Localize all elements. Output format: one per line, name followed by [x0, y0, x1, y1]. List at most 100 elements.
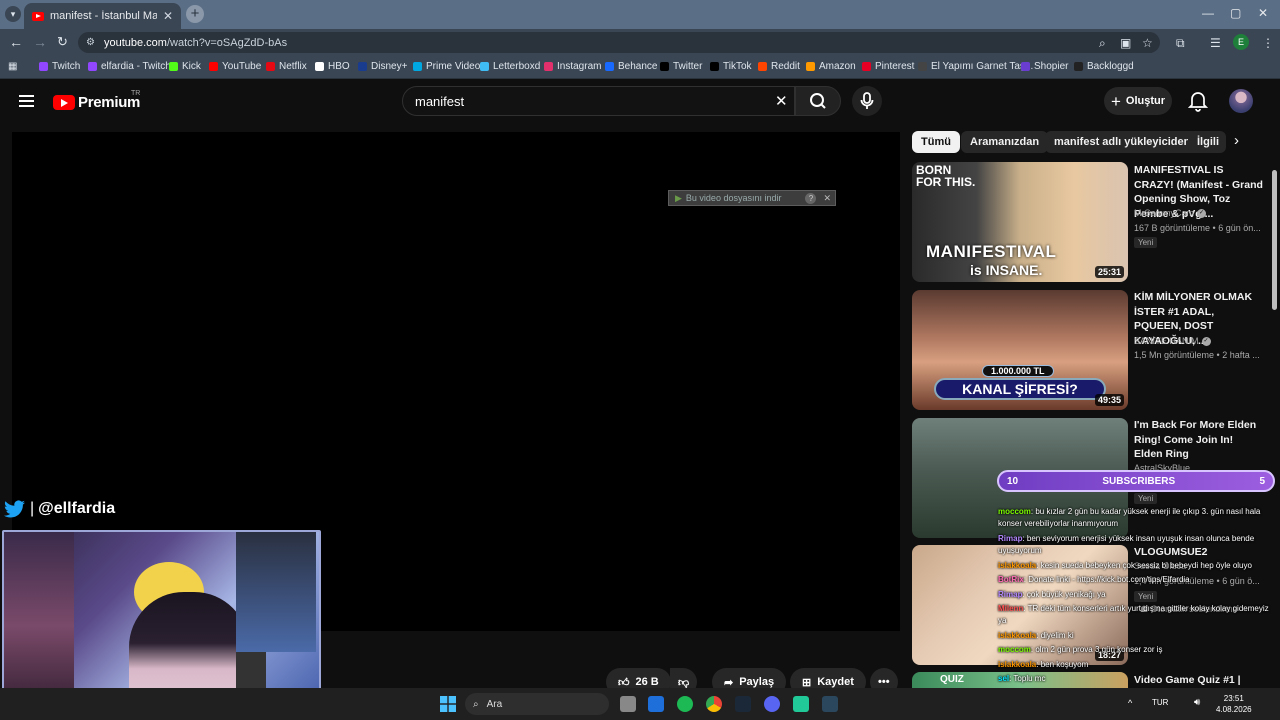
- back-icon[interactable]: ←: [9, 34, 23, 50]
- bookmark-item[interactable]: Prime Video: [413, 61, 480, 72]
- bookmark-item[interactable]: Shopier: [1021, 61, 1068, 72]
- close-download-bar-icon[interactable]: ✕: [823, 193, 831, 204]
- tray-chevron-icon[interactable]: ^: [1128, 698, 1132, 708]
- bookmark-favicon-icon: [480, 62, 489, 71]
- taskbar-clock[interactable]: 23:51 4.08.2026: [1216, 693, 1252, 715]
- task-view-icon[interactable]: [620, 696, 636, 712]
- maximize-icon[interactable]: ▢: [1230, 6, 1241, 20]
- bookmark-item[interactable]: El Yapımı Garnet Taş...: [918, 61, 1033, 72]
- bookmark-label: Shopier: [1034, 61, 1069, 72]
- thumbs-up-icon: 👍︎: [618, 676, 630, 689]
- clear-search-icon[interactable]: ✕: [775, 92, 788, 110]
- related-video-title[interactable]: I'm Back For More Elden Ring! Come Join …: [1134, 418, 1264, 462]
- download-video-bar[interactable]: ▶ Bu video dosyasını indir ? ✕: [668, 190, 836, 206]
- bookmark-item[interactable]: Twitter: [660, 61, 702, 72]
- close-window-icon[interactable]: ✕: [1258, 6, 1268, 20]
- bookmark-item[interactable]: YouTube: [209, 61, 261, 72]
- url-path: /watch?v=oSAgZdD-bAs: [166, 36, 288, 49]
- related-channel[interactable]: SANİYE HANIM ✓: [1134, 336, 1211, 346]
- menu-hamburger-icon[interactable]: [19, 95, 34, 107]
- voice-search-button[interactable]: [852, 86, 882, 116]
- chevron-right-icon[interactable]: ›: [1234, 132, 1239, 149]
- chip-from-search[interactable]: Aramanızdan: [961, 131, 1049, 153]
- close-tab-icon[interactable]: ✕: [163, 9, 173, 23]
- browser-menu-icon[interactable]: ⋮: [1262, 36, 1274, 50]
- notifications-bell-icon[interactable]: [1188, 90, 1208, 112]
- zoom-icon[interactable]: ⌕: [1099, 36, 1106, 51]
- reload-icon[interactable]: ↻: [57, 34, 68, 50]
- bookmark-item[interactable]: Reddit: [758, 61, 800, 72]
- search-button[interactable]: [795, 86, 841, 116]
- windows-start-icon[interactable]: [440, 696, 456, 712]
- related-thumbnail[interactable]: BORN FOR THIS. MANIFESTIVAL is INSANE. 2…: [912, 162, 1128, 282]
- subs-goal: 5: [1259, 475, 1265, 487]
- chip-from-uploader[interactable]: manifest adlı yükleyiciden: [1045, 131, 1200, 153]
- discord-icon[interactable]: [764, 696, 780, 712]
- apps-grid-icon[interactable]: ▦: [8, 61, 17, 72]
- bookmark-label: YouTube: [222, 61, 262, 72]
- bookmark-item[interactable]: elfardia - Twitch: [88, 61, 171, 72]
- chip-related[interactable]: İlgili: [1188, 131, 1226, 153]
- bookmark-item[interactable]: Pinterest: [862, 61, 914, 72]
- chat-username: islakkoala: [998, 630, 1037, 640]
- search-input[interactable]: manifest: [402, 86, 795, 116]
- youtube-premium-logo[interactable]: Premium TR: [53, 90, 140, 111]
- mail-app-icon[interactable]: [648, 696, 664, 712]
- page-scrollbar[interactable]: [1272, 170, 1277, 310]
- reading-list-icon[interactable]: ☰: [1210, 36, 1221, 50]
- video-duration: 49:35: [1094, 394, 1124, 406]
- thumbnail-caption: MANIFESTIVAL: [926, 242, 1057, 261]
- bookmark-label: Reddit: [771, 61, 800, 72]
- chat-text: : TR deki tüm konserleri artık yurt dışı…: [998, 604, 1269, 626]
- bookmark-item[interactable]: TikTok: [710, 61, 752, 72]
- chip-all[interactable]: Tümü: [912, 131, 960, 153]
- help-icon[interactable]: ?: [805, 192, 817, 204]
- extensions-icon[interactable]: ⧉: [1176, 36, 1185, 51]
- bookmark-label: Pinterest: [875, 61, 915, 72]
- cast-icon[interactable]: ▣: [1120, 36, 1131, 50]
- bookmark-item[interactable]: HBO: [315, 61, 350, 72]
- bookmark-item[interactable]: Amazon: [806, 61, 856, 72]
- related-channel[interactable]: MrSammyCam ✓: [1134, 208, 1206, 218]
- thumbnail-caption: 1.000.000 TL: [982, 365, 1054, 377]
- bookmark-item[interactable]: Twitch: [39, 61, 80, 72]
- create-button[interactable]: + Oluştur: [1104, 87, 1172, 115]
- bookmark-item[interactable]: Kick: [169, 61, 201, 72]
- account-avatar[interactable]: [1229, 89, 1253, 113]
- bookmark-item[interactable]: Netflix: [266, 61, 307, 72]
- new-tab-button[interactable]: +: [186, 5, 204, 23]
- language-indicator[interactable]: TUR: [1152, 698, 1168, 707]
- bookmark-label: Disney+: [371, 61, 408, 72]
- minimize-icon[interactable]: —: [1202, 6, 1214, 20]
- chat-text: : Donate linki - https://kick.bot.com/ti…: [1023, 575, 1190, 585]
- chrome-icon[interactable]: [706, 696, 722, 712]
- chat-message: Rimap: ben seviyorum enerjisi yüksek ins…: [998, 533, 1278, 558]
- forward-icon[interactable]: →: [33, 34, 47, 50]
- kick-app-icon[interactable]: [793, 696, 809, 712]
- bookmark-star-icon[interactable]: ☆: [1142, 36, 1153, 50]
- browser-tab-bar: ▾ manifest - İstanbul Manifestival ✕ + —…: [0, 0, 1280, 29]
- new-badge: Yeni: [1134, 493, 1158, 504]
- spotify-icon[interactable]: [677, 696, 693, 712]
- address-bar[interactable]: ⚙ youtube.com/watch?v=oSAgZdD-bAs: [78, 32, 1160, 53]
- bookmark-favicon-icon: [169, 62, 178, 71]
- twitter-handle-overlay: | @ellfardia: [4, 500, 115, 518]
- bookmark-label: Behance: [618, 61, 658, 72]
- steam-alt-icon[interactable]: [822, 696, 838, 712]
- site-info-icon[interactable]: ⚙: [86, 37, 95, 48]
- tab-search-button[interactable]: ▾: [5, 6, 21, 22]
- profile-avatar[interactable]: E: [1233, 34, 1249, 50]
- bookmark-item[interactable]: Disney+: [358, 61, 407, 72]
- bookmark-item[interactable]: Backloggd: [1074, 61, 1134, 72]
- browser-tab[interactable]: manifest - İstanbul Manifestival ✕: [24, 3, 181, 29]
- volume-icon[interactable]: 🔊︎: [1194, 697, 1200, 708]
- bookmark-item[interactable]: Letterboxd: [480, 61, 540, 72]
- bookmark-favicon-icon: [413, 62, 422, 71]
- taskbar-search[interactable]: ⌕ Ara: [465, 693, 609, 715]
- bookmark-item[interactable]: Behance: [605, 61, 657, 72]
- related-thumbnail[interactable]: 1.000.000 TL KANAL ŞİFRESİ? 49:35: [912, 290, 1128, 410]
- bookmark-item[interactable]: Instagram: [544, 61, 601, 72]
- create-label: Oluştur: [1125, 95, 1166, 107]
- video-duration: 25:31: [1094, 266, 1124, 278]
- steam-icon[interactable]: [735, 696, 751, 712]
